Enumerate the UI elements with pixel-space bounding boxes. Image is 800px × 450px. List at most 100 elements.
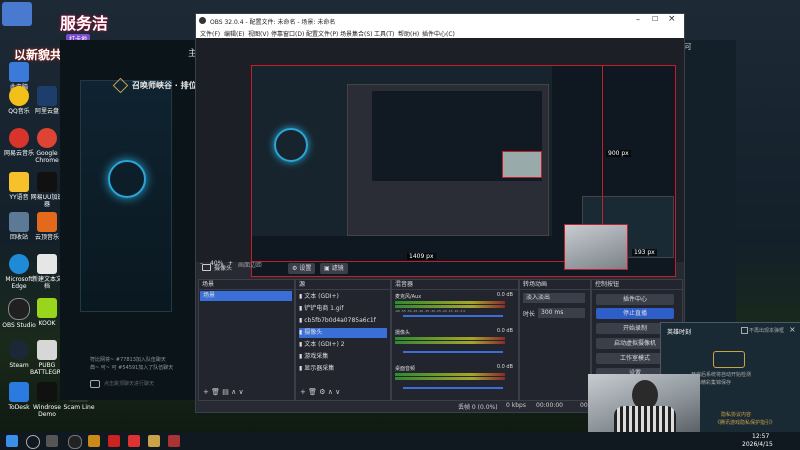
popup-title: 英雄时刻: [667, 329, 692, 336]
popup-checkbox-label: 不再出现本弹框: [749, 328, 785, 334]
app-taskbar-icon[interactable]: [88, 435, 100, 447]
move-down-button[interactable]: ∨: [238, 388, 243, 396]
guide-vertical: [602, 66, 603, 224]
preview-canvas[interactable]: 900 px 1409 px 193 px: [251, 65, 676, 277]
popup-checkbox[interactable]: [741, 327, 748, 334]
camera-icon: [202, 264, 211, 271]
menu-profile[interactable]: 配置文件(P): [306, 29, 338, 38]
remove-scene-button[interactable]: 🗑: [211, 388, 220, 396]
popup-link-2[interactable]: 《腾讯游戏隐私保护指引》: [715, 419, 775, 426]
scene-filter-button[interactable]: ▤: [222, 388, 229, 396]
desktop-icon-chrome[interactable]: Google Chrome: [30, 128, 64, 164]
stop-streaming-button[interactable]: 停止直播: [596, 308, 674, 319]
mirror-cam-small: [502, 151, 542, 178]
source-row-selected[interactable]: ▮ 摄像头: [299, 328, 387, 338]
menu-tools[interactable]: 工具(T): [374, 29, 394, 38]
desktop-icon-new-text[interactable]: 新建文本文档: [30, 254, 64, 290]
source-row[interactable]: ▮ 文本 (GDI+) 2: [299, 340, 345, 350]
transitions-dock: 转场动画 淡入淡出 时长 300 ms: [519, 279, 591, 401]
task-view-icon[interactable]: [46, 435, 58, 447]
desktop-icon-kook[interactable]: KOOK: [30, 298, 64, 327]
mixer-channel-db: 0.0 dB: [496, 364, 513, 370]
app-taskbar-icon[interactable]: [108, 435, 120, 447]
app-taskbar-icon[interactable]: [168, 435, 180, 447]
mixer-channel-name: 桌面音频: [395, 366, 416, 372]
guide-height-label: 900 px: [606, 150, 631, 157]
volume-slider[interactable]: [403, 387, 503, 389]
desktop-icon-windrose[interactable]: Windrose Demo: [30, 382, 64, 418]
lol-chat-line-1: 符比网将~ #77813加入队伍聊天: [90, 357, 166, 363]
menu-docks[interactable]: 停靠窗口(D): [271, 29, 304, 38]
source-row[interactable]: ▮ 文本 (GDI+): [299, 292, 339, 302]
menu-plugins[interactable]: 插件中心(C): [422, 29, 455, 38]
desktop-icon-uu[interactable]: 网易UU加速器: [30, 172, 64, 208]
move-up-button[interactable]: ∧: [231, 388, 236, 396]
source-row[interactable]: ▮ cb5fb7b0d4a0785a6c1f: [299, 316, 376, 326]
desktop-icon-aliyun[interactable]: 阿里云盘: [30, 86, 64, 115]
duration-input[interactable]: 300 ms: [538, 308, 585, 318]
menu-scene-collection[interactable]: 场景集合(S): [340, 29, 373, 38]
mixer-channel-name: 摄像头: [395, 330, 411, 336]
sources-header: 源: [296, 280, 390, 290]
scene-item-selected[interactable]: 场景: [200, 291, 292, 301]
obs-taskbar-icon[interactable]: [68, 435, 82, 449]
lol-client-panel: 主 召唤师峡谷 · 排位 符比网将~ #77813加入队伍聊天 典~ 可~ 可 …: [60, 40, 201, 400]
minimize-button[interactable]: –: [636, 15, 640, 24]
mixer-channel-db: 0.0 dB: [496, 292, 513, 298]
menu-view[interactable]: 视图(V): [248, 29, 269, 38]
lol-chat-line-2: 典~ 可~ 可 #54591加入了队伍聊天: [90, 365, 174, 371]
webcam-overlay: [588, 374, 700, 432]
desktop-icon-pubg[interactable]: PUBG BATTLEGR...: [30, 340, 66, 376]
app-taskbar-icon[interactable]: [128, 435, 140, 447]
source-settings-button[interactable]: ⚙ 设置: [288, 263, 316, 274]
menu-help[interactable]: 帮助(H): [398, 29, 419, 38]
source-row[interactable]: ▮ 游戏采集: [299, 352, 328, 362]
taskbar: 12:57 2026/4/15: [0, 432, 800, 450]
popup-close-icon[interactable]: ×: [789, 325, 796, 334]
lol-taskbar-icon[interactable]: [148, 435, 160, 447]
lol-emblem: [108, 160, 146, 198]
mixer-header: 混音器: [392, 280, 518, 290]
source-filters-button[interactable]: ▣ 滤镜: [320, 263, 348, 274]
start-icon[interactable]: [6, 435, 18, 447]
maximize-button[interactable]: ☐: [652, 15, 658, 23]
popup-link[interactable]: 隐私协议内容: [721, 411, 751, 418]
selected-source-name: 摄像头: [214, 265, 233, 272]
bitrate: 0 kbps: [506, 402, 526, 409]
obs-preview[interactable]: 900 px 1409 px 193 px – 40% + 画面边距: [196, 38, 684, 277]
plugin-center-button[interactable]: 插件中心: [596, 294, 674, 305]
mixer-dock: 混音器 麦克风/Aux 0.0 dB -60 -55 -50 -45 -40 -…: [391, 279, 519, 401]
volume-slider[interactable]: [403, 351, 503, 353]
guide-small-label: 193 px: [632, 249, 657, 256]
person-body: [614, 406, 676, 432]
scene-controls: + 🗑 ▤ ∧ ∨: [203, 388, 244, 396]
desktop-icon-cloudmusic[interactable]: 云顶音乐: [30, 212, 64, 241]
close-button[interactable]: ×: [668, 14, 676, 24]
lol-title: 召唤师峡谷 · 排位: [132, 81, 197, 90]
lol-chat-input[interactable]: 点击跳顶聊天进行聊天: [104, 380, 154, 387]
source-settings-icon[interactable]: ⚙: [319, 388, 325, 396]
scenes-header: 场景: [199, 280, 294, 290]
volume-slider[interactable]: [403, 315, 503, 317]
search-icon[interactable]: [26, 435, 40, 449]
move-down-button[interactable]: ∨: [335, 388, 340, 396]
clock-date[interactable]: 2026/4/15: [742, 441, 773, 448]
popup-toggle-icon[interactable]: [713, 351, 745, 368]
source-toolbar: 摄像头 ⚙ 设置 ▣ 滤镜: [196, 261, 684, 277]
popup-line-1: 开启后系统将自动开始检测: [691, 372, 752, 378]
duration-label: 时长: [523, 311, 536, 318]
mixer-channel: 麦克风/Aux 0.0 dB -60 -55 -50 -45 -40 -35 -…: [395, 292, 513, 317]
remove-source-button[interactable]: 🗑: [308, 388, 317, 396]
mixer-scale: -60 -55 -50 -45 -40 -35 -30 -25 -20 -15 …: [395, 309, 466, 313]
menu-file[interactable]: 文件(F): [200, 29, 220, 38]
mixer-channel: 桌面音频 0.0 dB: [395, 364, 513, 389]
add-source-button[interactable]: +: [300, 388, 306, 396]
move-up-button[interactable]: ∧: [328, 388, 333, 396]
add-scene-button[interactable]: +: [203, 388, 209, 396]
menu-edit[interactable]: 编辑(E): [224, 29, 244, 38]
source-row[interactable]: ▮ 显示器采集: [299, 364, 334, 374]
clock-time[interactable]: 12:57: [752, 433, 769, 440]
source-row[interactable]: ▮ 铲铲电商 1.gif: [299, 304, 343, 314]
lol-chat-icon: [90, 380, 100, 388]
transition-select[interactable]: 淡入淡出: [523, 293, 585, 303]
